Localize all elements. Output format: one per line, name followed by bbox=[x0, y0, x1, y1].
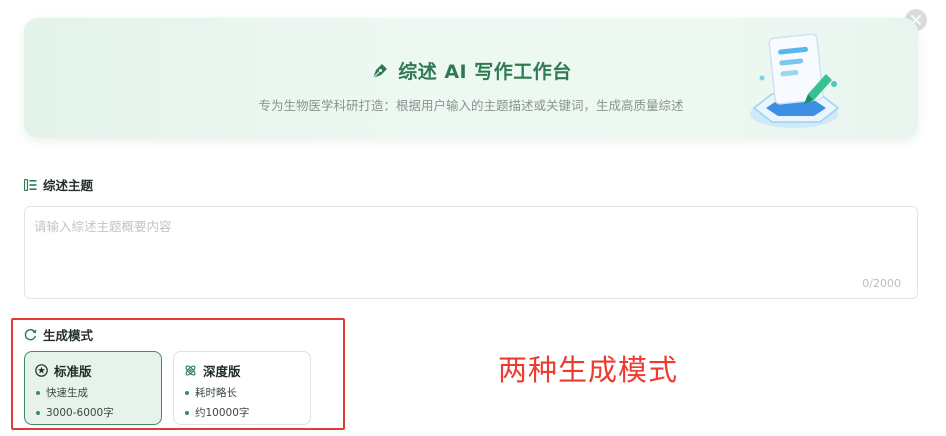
list-icon bbox=[24, 178, 37, 191]
mode-feature-text: 约10000字 bbox=[195, 407, 250, 419]
mode-option-standard[interactable]: 标准版 快速生成 3000-6000字 bbox=[24, 351, 162, 425]
mode-section-label: 生成模式 bbox=[24, 325, 93, 344]
mode-option-head: 深度版 bbox=[184, 361, 241, 380]
mode-feature-text: 耗时略长 bbox=[195, 387, 237, 399]
topic-section-label: 综述主题 bbox=[24, 175, 93, 194]
bullet-dot bbox=[185, 410, 189, 415]
page-title: 综述 AI 写作工作台 bbox=[398, 61, 572, 83]
bullet-dot bbox=[36, 410, 40, 415]
mode-option-name: 深度版 bbox=[203, 364, 241, 379]
pen-nib-icon bbox=[372, 63, 388, 78]
mode-feature: 3000-6000字 bbox=[36, 405, 114, 420]
char-counter: 0/2000 bbox=[862, 277, 901, 290]
document-illustration-icon bbox=[750, 33, 840, 128]
header-banner: 综述 AI 写作工作台 专为生物医学科研打造：根据用户输入的主题描述或关键词，生… bbox=[24, 18, 918, 138]
star-badge-icon bbox=[35, 364, 48, 377]
refresh-cycle-icon bbox=[24, 329, 37, 341]
bullet-dot bbox=[185, 390, 189, 395]
bullet-dot bbox=[36, 390, 40, 395]
topic-input-box: 0/2000 bbox=[24, 206, 918, 299]
mode-option-name: 标准版 bbox=[54, 364, 92, 379]
mode-label: 生成模式 bbox=[43, 328, 94, 343]
mode-feature-text: 快速生成 bbox=[46, 387, 88, 399]
topic-label: 综述主题 bbox=[43, 178, 94, 193]
mode-feature-text: 3000-6000字 bbox=[46, 407, 114, 419]
atom-icon bbox=[185, 365, 196, 376]
mode-feature: 约10000字 bbox=[185, 405, 249, 420]
annotation-text: 两种生成模式 bbox=[498, 353, 679, 387]
mode-option-deep[interactable]: 深度版 耗时略长 约10000字 bbox=[173, 351, 311, 425]
mode-feature: 快速生成 bbox=[36, 385, 88, 400]
topic-input[interactable] bbox=[25, 207, 917, 298]
mode-feature: 耗时略长 bbox=[185, 385, 237, 400]
mode-option-head: 标准版 bbox=[35, 361, 92, 380]
